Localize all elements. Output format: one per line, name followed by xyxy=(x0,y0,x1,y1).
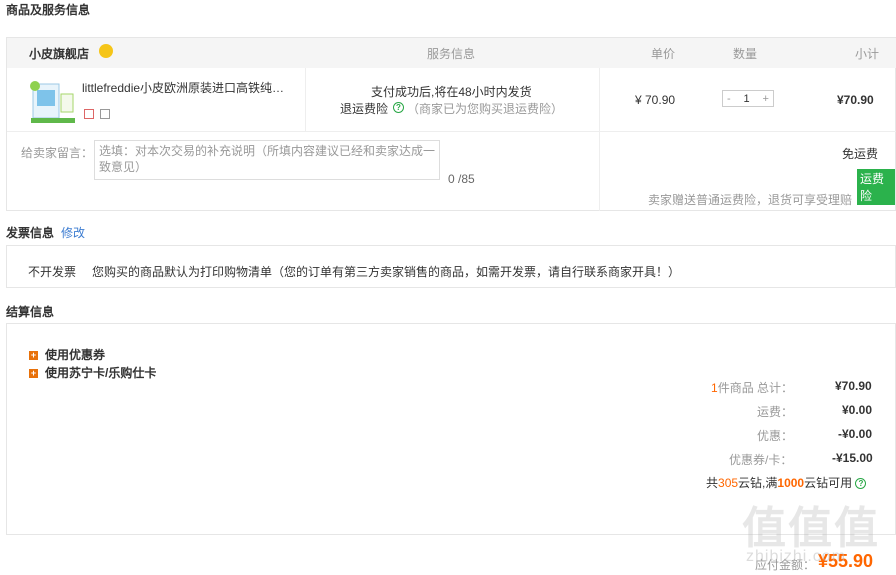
help-icon[interactable]: ? xyxy=(855,478,867,490)
message-label: 给卖家留言： xyxy=(21,146,94,160)
row-divider xyxy=(305,68,306,132)
quantity-stepper[interactable]: - 1 + xyxy=(722,90,774,107)
invoice-panel: 不开发票 您购买的商品默认为打印购物清单（您的订单有第三方卖家销售的商品，如需开… xyxy=(6,245,896,288)
item-count: 1 xyxy=(711,381,718,395)
return-icon xyxy=(84,109,94,119)
doc-icon xyxy=(100,109,110,119)
invoice-note: 您购买的商品默认为打印购物清单（您的订单有第三方卖家销售的商品，如需开发票，请自… xyxy=(92,265,681,279)
row-divider-right xyxy=(599,68,600,211)
discount-label: 优惠： xyxy=(757,429,794,443)
discount-value: -¥0.00 xyxy=(838,427,873,441)
use-card-toggle[interactable]: 使用苏宁卡/乐购仕卡 xyxy=(45,364,156,381)
product-subtotal: ¥70.90 xyxy=(837,93,874,107)
goods-section-title: 商品及服务信息 xyxy=(6,3,91,17)
items-total-row: 1件商品 总计： xyxy=(711,379,793,396)
cloud-mid: 云钻,满 xyxy=(738,476,778,490)
header-unit-price: 单价 xyxy=(651,47,676,61)
shipping-label: 运费： xyxy=(757,405,794,419)
plus-icon[interactable]: + xyxy=(29,347,38,361)
plus-icon[interactable]: + xyxy=(29,365,38,379)
watermark-logo: 值值值 xyxy=(742,504,880,553)
cloud-diamond-line: 共305云钻,满1000云钻可用 ? xyxy=(706,474,867,491)
product-name[interactable]: littlefreddie小皮欧洲原装进口高铁纯… xyxy=(82,79,284,96)
service-insurance-label: 退运费险 xyxy=(340,102,389,116)
insurance-tag: 运费险 xyxy=(857,169,895,205)
invoice-type: 不开发票 xyxy=(28,265,77,279)
qty-plus-button[interactable]: + xyxy=(763,93,769,105)
items-total: ¥70.90 xyxy=(835,379,872,393)
use-coupon-toggle[interactable]: 使用优惠券 xyxy=(45,346,105,363)
service-shipping-note: 支付成功后,将在48小时内发货 xyxy=(371,85,532,99)
insurance-note: 卖家赠送普通运费险，退货可享受理赔 xyxy=(648,193,853,207)
coupon-label: 优惠券/卡： xyxy=(729,453,793,467)
product-unit-price: ¥ 70.90 xyxy=(635,93,676,107)
invoice-edit-link[interactable]: 修改 xyxy=(61,224,85,241)
coupon-value: -¥15.00 xyxy=(832,451,873,465)
shipping-free: 免运费 xyxy=(842,147,879,161)
goods-panel: 小皮旗舰店 服务信息 单价 数量 小计 littlefreddie小皮欧洲原装进… xyxy=(6,37,896,211)
qty-minus-button[interactable]: - xyxy=(727,93,731,105)
help-icon[interactable]: ? xyxy=(393,100,404,114)
shipping-value: ¥0.00 xyxy=(842,403,873,417)
header-service: 服务信息 xyxy=(427,47,476,61)
service-insurance-note: （商家已为您购买退运费险） xyxy=(407,102,564,116)
items-label: 件商品 总计： xyxy=(717,381,794,395)
watermark-site: zhibizhi.com xyxy=(746,548,847,565)
cloud-count: 305 xyxy=(718,476,739,490)
cloud-threshold: 1000 xyxy=(777,476,805,490)
header-quantity: 数量 xyxy=(733,47,758,61)
qty-value[interactable]: 1 xyxy=(744,93,750,105)
header-subtotal: 小计 xyxy=(855,47,880,61)
cloud-prefix: 共 xyxy=(706,476,719,490)
product-image[interactable] xyxy=(27,78,77,125)
cloud-suffix: 云钻可用 xyxy=(804,476,853,490)
message-textarea[interactable]: 选填：对本次交易的补充说明（所填内容建议已经和卖家达成一致意见） xyxy=(94,140,440,180)
message-counter: 0 /85 xyxy=(448,172,475,186)
invoice-section-title: 发票信息 xyxy=(6,226,55,240)
shop-badge-icon xyxy=(99,44,113,58)
shop-name[interactable]: 小皮旗舰店 xyxy=(29,45,89,62)
settle-section-title: 结算信息 xyxy=(6,305,55,319)
